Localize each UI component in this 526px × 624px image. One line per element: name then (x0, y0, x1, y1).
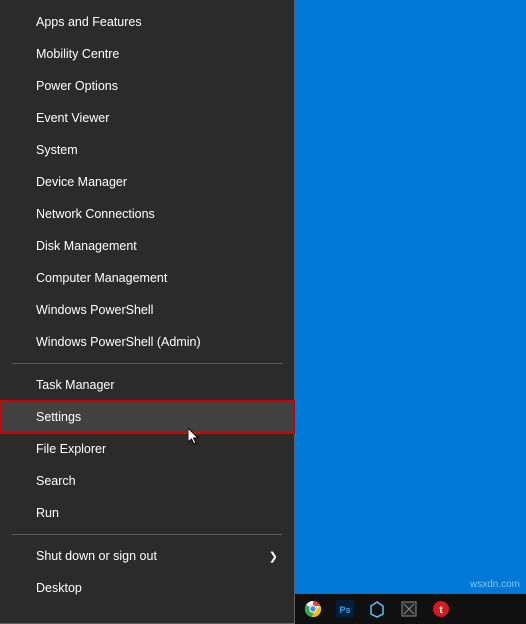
menu-item-label: Network Connections (36, 207, 155, 221)
svg-text:Ps: Ps (339, 605, 350, 615)
menu-item-label: Computer Management (36, 271, 167, 285)
menu-item-label: Device Manager (36, 175, 127, 189)
menu-item-label: Disk Management (36, 239, 137, 253)
taskbar-icon-app1[interactable] (365, 597, 389, 621)
menu-item-label: Desktop (36, 581, 82, 595)
menu-item-network-connections[interactable]: Network Connections (0, 198, 294, 230)
taskbar-icon-app2[interactable] (397, 597, 421, 621)
menu-item-computer-management[interactable]: Computer Management (0, 262, 294, 294)
menu-item-device-manager[interactable]: Device Manager (0, 166, 294, 198)
menu-item-task-manager[interactable]: Task Manager (0, 369, 294, 401)
menu-item-disk-management[interactable]: Disk Management (0, 230, 294, 262)
menu-item-label: Windows PowerShell (Admin) (36, 335, 201, 349)
menu-item-windows-powershell-admin[interactable]: Windows PowerShell (Admin) (0, 326, 294, 358)
menu-separator (12, 363, 282, 364)
menu-item-settings[interactable]: Settings (0, 401, 294, 433)
menu-item-label: Search (36, 474, 76, 488)
menu-item-event-viewer[interactable]: Event Viewer (0, 102, 294, 134)
menu-item-shut-down-or-sign-out[interactable]: Shut down or sign out ❯ (0, 540, 294, 572)
watermark-text: wsxdn.com (470, 579, 520, 590)
menu-item-label: Power Options (36, 79, 118, 93)
chevron-right-icon: ❯ (269, 550, 278, 563)
menu-item-apps-and-features[interactable]: Apps and Features (0, 6, 294, 38)
menu-item-power-options[interactable]: Power Options (0, 70, 294, 102)
menu-item-label: Settings (36, 410, 81, 424)
menu-item-label: Shut down or sign out (36, 549, 157, 563)
menu-item-label: Event Viewer (36, 111, 109, 125)
menu-item-run[interactable]: Run (0, 497, 294, 529)
menu-item-desktop[interactable]: Desktop (0, 572, 294, 604)
menu-separator (12, 534, 282, 535)
menu-item-file-explorer[interactable]: File Explorer (0, 433, 294, 465)
menu-item-label: File Explorer (36, 442, 106, 456)
winx-context-menu: Apps and Features Mobility Centre Power … (0, 0, 295, 624)
taskbar-icon-photoshop[interactable]: Ps (333, 597, 357, 621)
taskbar-icon-trend[interactable]: t (429, 597, 453, 621)
menu-item-label: System (36, 143, 78, 157)
taskbar[interactable]: Ps t (295, 594, 526, 624)
menu-item-mobility-centre[interactable]: Mobility Centre (0, 38, 294, 70)
menu-item-system[interactable]: System (0, 134, 294, 166)
menu-item-label: Apps and Features (36, 15, 142, 29)
taskbar-icon-chrome[interactable] (301, 597, 325, 621)
menu-item-label: Run (36, 506, 59, 520)
menu-item-label: Windows PowerShell (36, 303, 153, 317)
menu-item-search[interactable]: Search (0, 465, 294, 497)
menu-item-label: Mobility Centre (36, 47, 119, 61)
menu-item-label: Task Manager (36, 378, 115, 392)
menu-item-windows-powershell[interactable]: Windows PowerShell (0, 294, 294, 326)
